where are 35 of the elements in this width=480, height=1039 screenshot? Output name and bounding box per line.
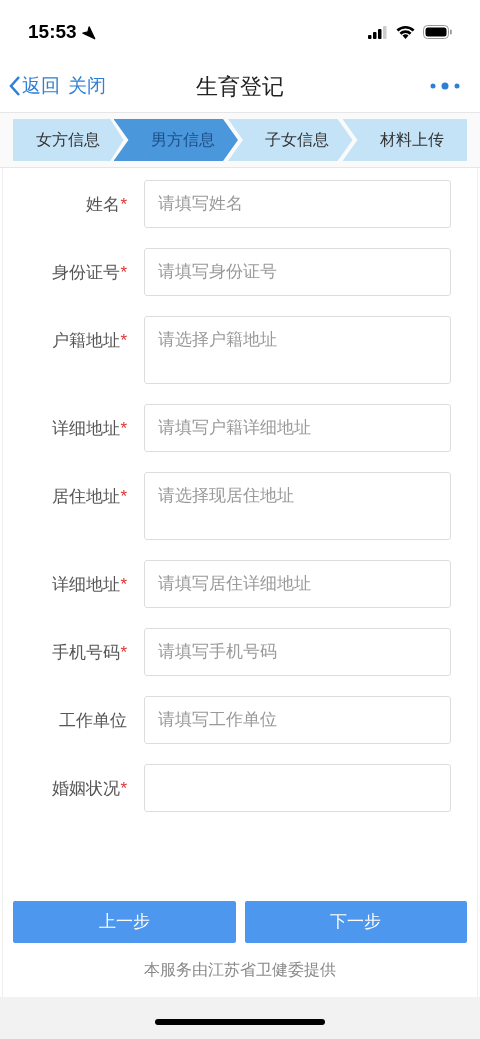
field-label: 户籍地址*	[51, 330, 128, 352]
field-label: 详细地址*	[51, 418, 128, 440]
field-label: 姓名*	[85, 194, 128, 216]
battery-icon	[423, 25, 452, 39]
page-title: 生育登记	[196, 72, 284, 101]
field-label: 手机号码*	[51, 642, 128, 664]
chevron-left-icon	[8, 75, 22, 97]
more-icon[interactable]	[430, 82, 460, 90]
step-tab[interactable]: 材料上传	[342, 119, 467, 161]
step-tab[interactable]: 子女信息	[228, 119, 353, 161]
signal-icon	[368, 25, 388, 39]
field-label: 居住地址*	[51, 486, 128, 508]
input-field[interactable]	[144, 764, 451, 812]
footer-text: 本服务由江苏省卫健委提供	[144, 960, 336, 980]
location-arrow-icon	[80, 24, 96, 40]
step-tab[interactable]: 女方信息	[13, 119, 124, 161]
input-field[interactable]: 请填写居住详细地址	[144, 560, 451, 608]
input-field[interactable]: 请填写户籍详细地址	[144, 404, 451, 452]
back-button[interactable]: 返回	[8, 71, 60, 101]
field-label: 详细地址*	[51, 574, 128, 596]
input-field[interactable]: 请填写姓名	[144, 180, 451, 228]
step-button[interactable]: 下一步	[244, 901, 467, 943]
input-field[interactable]: 请填写手机号码	[144, 628, 451, 676]
field-label: 工作单位	[58, 710, 128, 732]
clock-time: 15:53	[28, 19, 77, 44]
step-button[interactable]: 上一步	[13, 901, 236, 943]
close-button[interactable]: 关闭	[68, 71, 106, 101]
field-label: 婚姻状况*	[51, 778, 128, 800]
input-field[interactable]: 请选择户籍地址	[144, 316, 451, 384]
input-field[interactable]: 请选择现居住地址	[144, 472, 451, 540]
input-field[interactable]: 请填写工作单位	[144, 696, 451, 744]
field-label: 身份证号*	[51, 262, 128, 284]
wifi-icon	[396, 25, 415, 39]
step-tab[interactable]: 男方信息	[113, 119, 238, 161]
input-field[interactable]: 请填写身份证号	[144, 248, 451, 296]
